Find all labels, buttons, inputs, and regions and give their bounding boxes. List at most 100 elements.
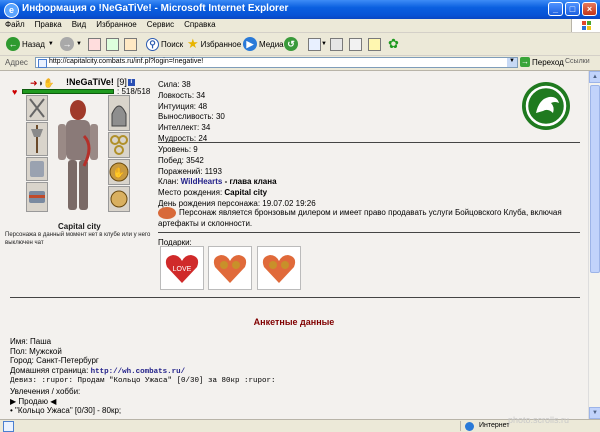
scroll-down-icon[interactable]: ▼ (589, 407, 600, 419)
clan-link[interactable]: WildHearts (181, 177, 223, 186)
profile-sell: ▶ Продаю ◀ (10, 396, 57, 406)
stat-strength: Сила: 38 (158, 80, 191, 89)
back-arrow-icon: ← (6, 37, 20, 51)
character-info: Уровень: 9 Побед: 3542 Поражений: 1193 К… (158, 145, 316, 210)
menu-help[interactable]: Справка (179, 19, 220, 29)
profile-data: Имя: Паша Пол: Мужской Город: Санкт-Пете… (10, 337, 276, 416)
history-icon: ↺ (284, 37, 298, 51)
gift-heart-bears[interactable] (257, 246, 301, 290)
clan-logo[interactable] (521, 81, 571, 131)
hand-icon[interactable]: ✋ (43, 78, 54, 88)
action-icons[interactable]: ➜◑✋ (30, 78, 54, 89)
stats-list: Сила: 38 Ловкость: 34 Интуиция: 48 Вынос… (158, 80, 225, 145)
forward-button[interactable]: → ▼ (60, 36, 82, 52)
dealer-text: Персонаж является бронзовым дилером и им… (158, 208, 562, 228)
chevron-down-icon: ▼ (47, 41, 54, 47)
weapon-slot[interactable] (26, 122, 48, 156)
offline-note: Персонажа в данный момент нет в клубе ил… (5, 232, 151, 246)
globe-icon (465, 422, 474, 431)
stat-intuition: Интуиция: 48 (158, 101, 208, 111)
media-icon: ▶ (243, 37, 257, 51)
menu-file[interactable]: Файл (0, 19, 30, 29)
profile-city: Город: Санкт-Петербург (10, 356, 99, 366)
refresh-button[interactable] (106, 36, 119, 52)
discuss-button[interactable] (368, 36, 381, 52)
links-button[interactable]: Ссылки (565, 58, 590, 65)
info-losses: Поражений: 1193 (158, 166, 222, 176)
vertical-scrollbar[interactable]: ▲ ▼ (588, 71, 600, 419)
search-label: Поиск (161, 39, 184, 49)
title-bar[interactable]: e Информация о !NeGaTiVe! - Microsoft In… (0, 0, 600, 19)
profile-motto: Девиз: :rupor: Продам "Кольцо Ужаса" [0/… (10, 377, 276, 386)
page-icon (38, 59, 47, 68)
scroll-thumb[interactable] (590, 85, 600, 273)
go-label: Переход (532, 57, 564, 67)
search-button[interactable]: ⚲ Поиск (146, 36, 183, 52)
stat-agility: Ловкость: 34 (158, 90, 206, 100)
profile-name: Имя: Паша (10, 337, 52, 346)
edit-icon (349, 37, 362, 51)
dealer-badge-icon (158, 207, 176, 219)
stat-endurance: Выносливость: 30 (158, 112, 225, 122)
info-wins: Побед: 3542 (158, 155, 204, 165)
profile-hobby: Увлечения / хобби: (10, 386, 81, 396)
stop-icon (88, 37, 101, 51)
boots-slot[interactable] (108, 186, 130, 212)
star-icon: ★ (187, 36, 199, 51)
messenger-icon: ✿ (388, 36, 399, 51)
minimize-button[interactable]: _ (548, 2, 563, 16)
back-label: Назад (22, 39, 45, 49)
stat-wisdom: Мудрость: 24 (158, 133, 208, 143)
ring-slots[interactable] (108, 132, 130, 158)
favorites-label: Избранное (200, 39, 242, 49)
print-button[interactable] (330, 36, 343, 52)
favorites-button[interactable]: ★ Избранное (187, 36, 241, 52)
chevron-down-icon[interactable]: ▼ (507, 58, 517, 67)
mail-button[interactable]: ▼ (308, 36, 327, 52)
messenger-button[interactable]: ✿ (388, 36, 399, 52)
attack-arrow-icon[interactable]: ➜ (30, 78, 38, 88)
gift-love-heart[interactable]: LOVE (160, 246, 204, 290)
address-bar: Адрес http://capitalcity.combats.ru/inf.… (0, 56, 600, 71)
menu-edit[interactable]: Правка (30, 19, 67, 29)
search-icon: ⚲ (146, 37, 159, 51)
gift-heart-bears[interactable] (208, 246, 252, 290)
address-label: Адрес (5, 58, 28, 67)
edit-button[interactable] (349, 36, 362, 52)
menu-tools[interactable]: Сервис (142, 19, 179, 29)
profile-gender: Пол: Мужской (10, 346, 62, 356)
maximize-button[interactable]: □ (565, 2, 580, 16)
address-input[interactable]: http://capitalcity.combats.ru/inf.pl?log… (35, 57, 518, 68)
character-level: [9] (116, 77, 127, 87)
hp-bar (22, 89, 114, 94)
armor-slot[interactable] (26, 157, 48, 181)
home-button[interactable] (124, 36, 137, 52)
close-button[interactable]: × (582, 2, 597, 16)
home-icon (124, 37, 137, 51)
stop-button[interactable] (88, 36, 101, 52)
menu-favorites[interactable]: Избранное (91, 19, 142, 29)
print-icon (330, 37, 343, 51)
security-zone: Интернет (460, 421, 510, 431)
go-button[interactable]: → Переход (520, 57, 564, 67)
helmet-slot[interactable] (26, 95, 48, 121)
menu-view[interactable]: Вид (67, 19, 91, 29)
helm-slot[interactable] (108, 95, 130, 131)
refresh-icon (106, 37, 119, 51)
clan-role: - глава клана (222, 177, 277, 187)
info-level: Уровень: 9 (158, 145, 198, 154)
history-button[interactable]: ↺ (284, 36, 300, 52)
info-icon[interactable]: i (127, 78, 135, 86)
homepage-link[interactable]: http://wh.combats.ru/ (91, 368, 186, 376)
clan-label: Клан: (158, 177, 181, 187)
media-button[interactable]: ▶ Медиа (243, 36, 284, 52)
back-button[interactable]: ← Назад ▼ (6, 36, 54, 52)
scroll-up-icon[interactable]: ▲ (589, 71, 600, 83)
ie-logo-icon: e (4, 3, 19, 18)
go-arrow-icon: → (520, 57, 530, 67)
character-city: Capital city (58, 222, 101, 231)
dealer-note: Персонаж является бронзовым дилером и им… (158, 207, 578, 229)
profile-homepage: Домашняя страница: http://wh.combats.ru/ (10, 366, 276, 378)
shield-slot[interactable]: ✋ (108, 159, 130, 185)
belt-slot[interactable] (26, 182, 48, 212)
